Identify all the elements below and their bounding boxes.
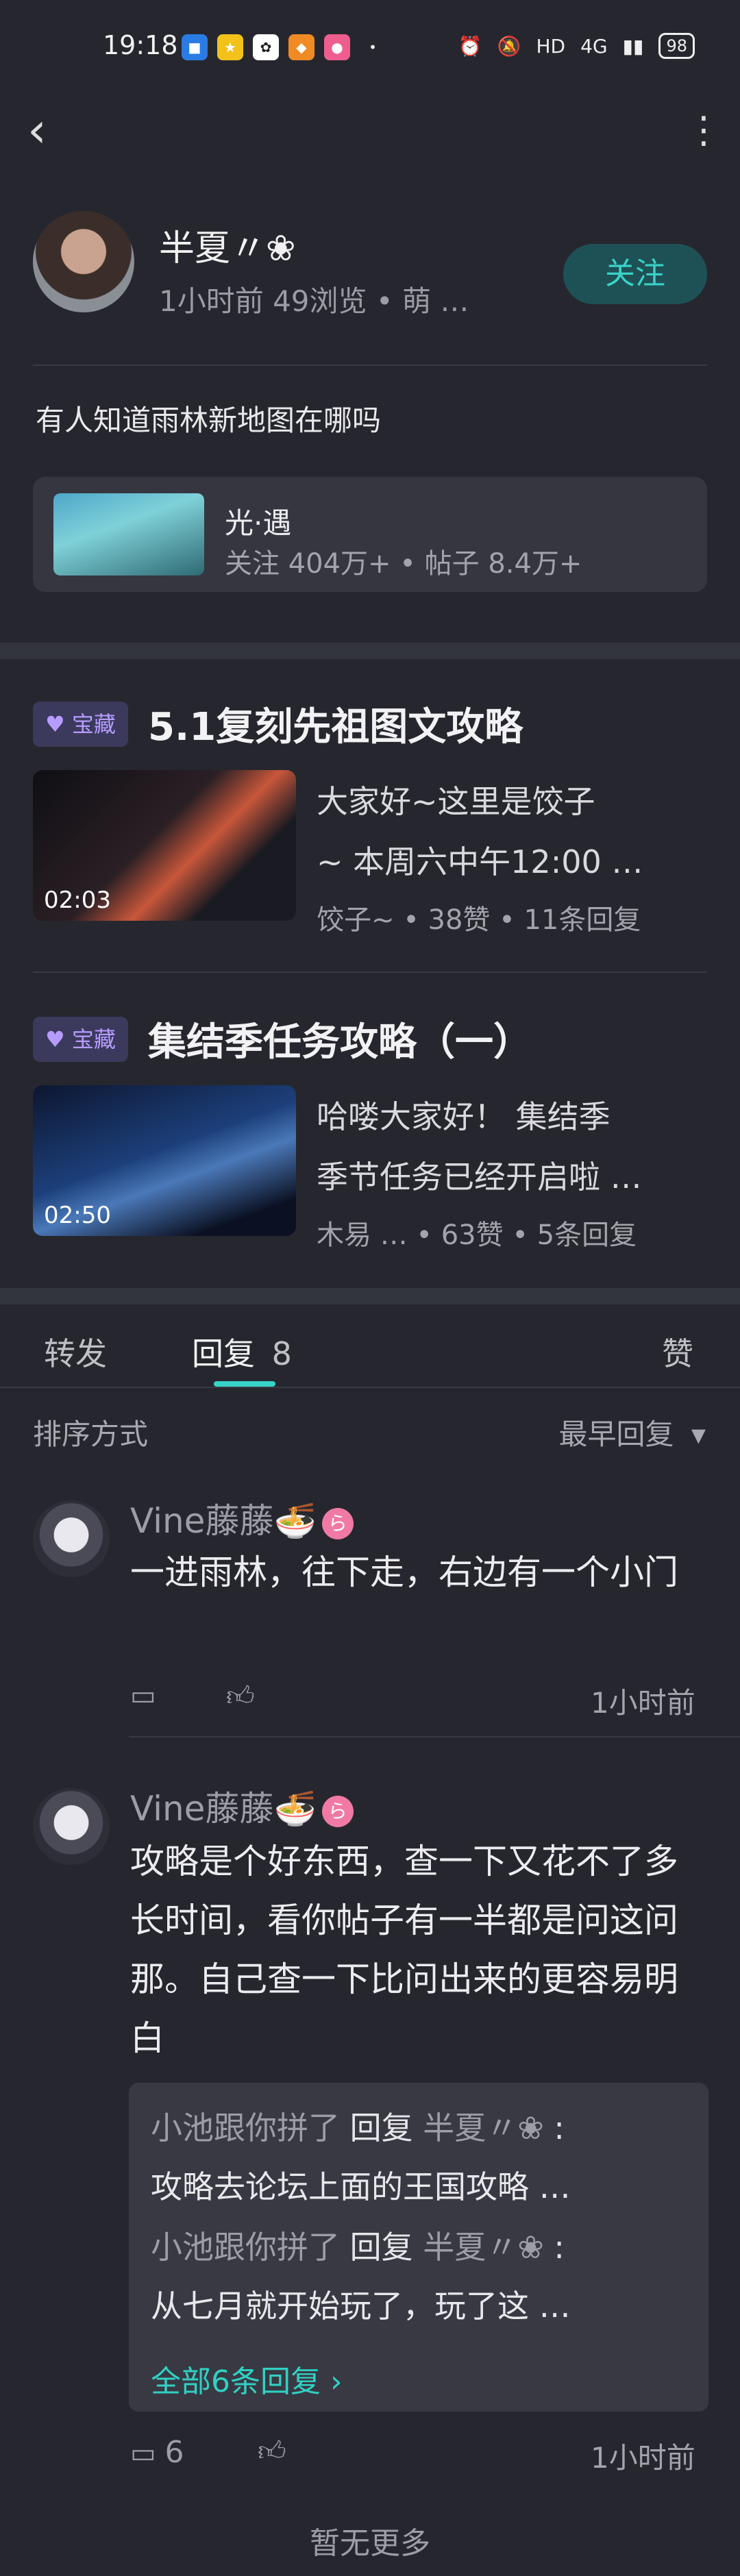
hd-icon: HD	[536, 34, 566, 58]
app-icon: ◆	[288, 34, 314, 60]
author-avatar[interactable]	[33, 211, 134, 312]
tab-reply[interactable]: 回复 8	[192, 1329, 292, 1374]
follow-button[interactable]: 关注	[563, 244, 707, 304]
guide-description-line: ~ 本周六中午12:00 …	[317, 843, 643, 880]
guide-title: 集结季任务攻略（一）	[148, 1020, 532, 1065]
app-icon: ●	[324, 34, 350, 60]
treasure-badge: ♥ 宝藏	[33, 702, 128, 747]
guide-card[interactable]: ♥ 宝藏 5.1复刻先祖图文攻略 02:03 大家好~这里是饺子 ~ 本周六中午…	[0, 692, 740, 966]
section-gap	[0, 643, 740, 659]
guide-card[interactable]: ♥ 宝藏 集结季任务攻略（一） 02:50 哈喽大家好！ 集结季 季节任务已经开…	[0, 1007, 740, 1281]
signal-icon: 4G	[580, 34, 608, 58]
chevron-down-icon: ▾	[691, 1417, 706, 1451]
level-badge-icon: ら	[321, 1795, 354, 1827]
dot-icon: •	[369, 39, 377, 55]
reply-to: 半夏〃❀	[423, 2229, 544, 2266]
reply-verb: 回复	[349, 2109, 413, 2146]
view-all-replies-link[interactable]: 全部6条回复 ›	[151, 2357, 343, 2401]
comment-text: 攻略是个好东西，查一下又花不了多长时间，看你帖子有一半都是问这问那。自己查一下比…	[130, 1842, 678, 2058]
like-icon[interactable]: 👍︎	[226, 1680, 255, 1713]
tab-like[interactable]: 赞	[662, 1329, 693, 1374]
star-icon: ★	[217, 34, 243, 60]
commenter-avatar[interactable]	[33, 1500, 110, 1577]
commenter-name[interactable]: Vine藤藤🍜 ら	[130, 1781, 354, 1831]
divider	[33, 364, 707, 366]
comment-item: Vine藤藤🍜 ら 一进雨林，往下走，右边有一个小门 ▭ 👍︎ 1小时前	[0, 1480, 740, 1740]
reply-text: 从七月就开始玩了，玩了这 …	[151, 2288, 571, 2325]
guide-description: 大家好~这里是饺子 ~ 本周六中午12:00 …	[317, 771, 700, 892]
guide-description-line: 季节任务已经开启啦 …	[317, 1159, 642, 1196]
reply-from: 小池跟你拼了	[151, 2109, 340, 2146]
battery-icon: 98	[658, 33, 695, 59]
comment-time: 1小时前	[591, 2441, 695, 2475]
section-gap	[0, 1288, 740, 1304]
comment-text: 一进雨林，往下走，右边有一个小门	[130, 1552, 678, 1592]
notification-icons: ■ ★ ✿ ◆ ● •	[182, 34, 386, 60]
reply-header: 小池跟你拼了 回复 半夏〃❀ :	[151, 2229, 565, 2266]
alarm-icon: ⏰	[458, 34, 482, 58]
commenter-name[interactable]: Vine藤藤🍜 ら	[130, 1494, 354, 1543]
commenter-avatar[interactable]	[33, 1788, 110, 1865]
guide-meta: 饺子~ • 38赞 • 11条回复	[317, 904, 641, 936]
topic-thumbnail	[53, 493, 204, 575]
more-options-button[interactable]: ⋮	[685, 103, 722, 158]
comment-time: 1小时前	[591, 1686, 695, 1720]
status-time: 19:18	[103, 30, 178, 60]
divider	[129, 1736, 740, 1737]
reply-header: 小池跟你拼了 回复 半夏〃❀ :	[151, 2109, 565, 2146]
reply-icon[interactable]: ▭ 6	[130, 2435, 184, 2470]
video-duration: 02:03	[44, 887, 111, 914]
reply-from: 小池跟你拼了	[151, 2229, 340, 2266]
commenter-name-text: Vine藤藤🍜	[130, 1501, 317, 1541]
sort-value: 最早回复	[558, 1417, 674, 1451]
post-text: 有人知道雨林新地图在哪吗	[36, 404, 382, 437]
guide-title: 5.1复刻先祖图文攻略	[148, 705, 523, 750]
reply-count: 6	[164, 2435, 184, 2470]
paw-icon: ✿	[253, 34, 279, 60]
wifi-icon: ▮▮	[622, 34, 644, 58]
video-duration: 02:50	[44, 1202, 111, 1229]
reply-text: 攻略去论坛上面的王国攻略 …	[151, 2168, 571, 2205]
sort-dropdown[interactable]: 最早回复 ▾	[559, 1411, 706, 1453]
guide-description-line: 哈喽大家好！ 集结季	[317, 1098, 610, 1135]
treasure-badge: ♥ 宝藏	[33, 1017, 128, 1062]
no-more-text: 暂无更多	[310, 2526, 430, 2561]
sort-label: 排序方式	[33, 1417, 149, 1451]
topic-stats: 关注 404万+ • 帖子 8.4万+	[225, 548, 582, 580]
system-icons: ⏰ 🔕 HD 4G ▮▮ 98	[458, 33, 695, 59]
tab-reply-label: 回复	[192, 1335, 255, 1372]
active-tab-indicator	[214, 1381, 275, 1387]
tab-repost[interactable]: 转发	[44, 1329, 107, 1374]
reply-icon[interactable]: ▭	[130, 1680, 156, 1711]
guide-description: 哈喽大家好！ 集结季 季节任务已经开启啦 …	[317, 1087, 700, 1207]
app-icon: ■	[182, 34, 208, 60]
author-name[interactable]: 半夏〃❀	[159, 219, 296, 271]
commenter-name-text: Vine藤藤🍜	[130, 1789, 317, 1829]
guide-video-thumbnail: 02:03	[33, 770, 296, 921]
guide-meta: 木易 … • 63赞 • 5条回复	[317, 1219, 637, 1251]
topic-title: 光·遇	[225, 506, 292, 540]
reply-verb: 回复	[349, 2229, 413, 2266]
level-badge-icon: ら	[321, 1507, 354, 1539]
guide-description-line: 大家好~这里是饺子	[317, 783, 595, 820]
back-button[interactable]: ‹	[27, 103, 69, 158]
tab-reply-count: 8	[271, 1335, 292, 1372]
status-bar: 19:18 ■ ★ ✿ ◆ ● • ⏰ 🔕 HD 4G ▮▮ 98	[0, 0, 740, 96]
nested-replies[interactable]: 小池跟你拼了 回复 半夏〃❀ : 攻略去论坛上面的王国攻略 … 小池跟你拼了 回…	[129, 2083, 708, 2412]
mute-icon: 🔕	[497, 34, 521, 58]
like-icon[interactable]: 👍︎	[258, 2435, 286, 2468]
reply-to: 半夏〃❀	[423, 2109, 544, 2146]
topic-card[interactable]: 光·遇 关注 404万+ • 帖子 8.4万+	[33, 477, 707, 592]
post-meta: 1小时前 49浏览 • 萌 …	[159, 284, 469, 318]
divider	[33, 971, 707, 973]
guide-video-thumbnail: 02:50	[33, 1085, 296, 1236]
divider	[0, 1387, 740, 1388]
